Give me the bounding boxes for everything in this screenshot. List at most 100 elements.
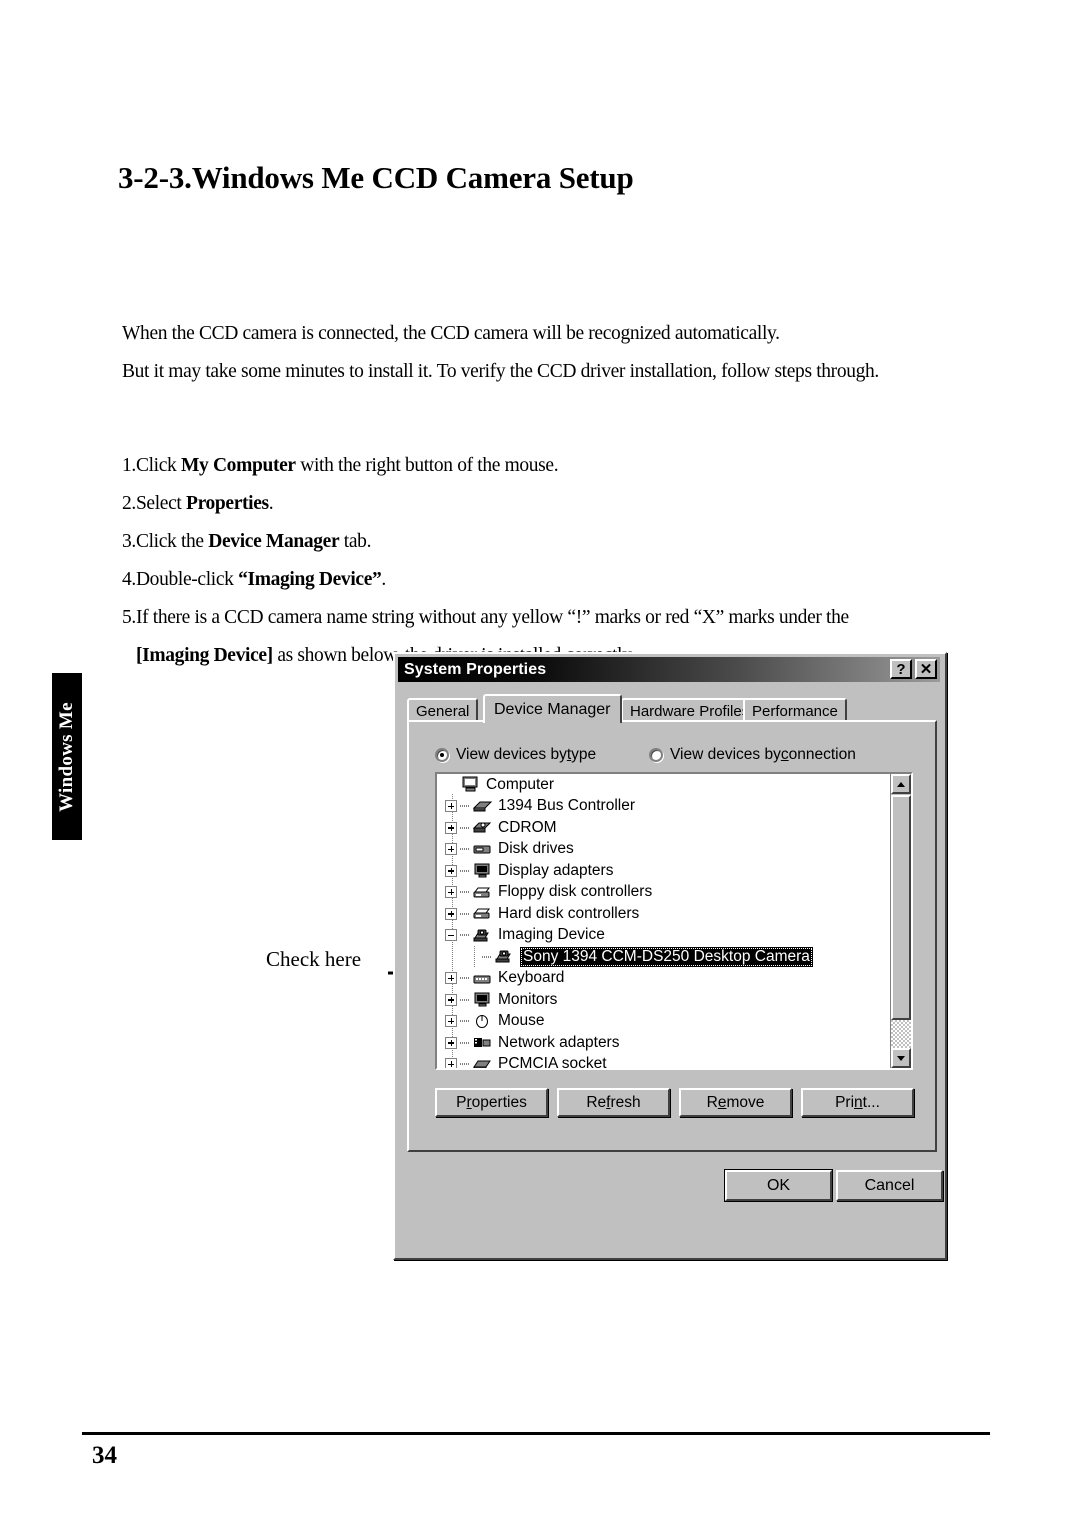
help-icon[interactable]: ? <box>890 659 912 679</box>
annotation-check-here-label: Check here <box>266 947 362 971</box>
device-tree-row[interactable]: CDROM <box>437 817 892 839</box>
device-tree-label: Floppy disk controllers <box>498 883 653 901</box>
scroll-down-icon[interactable] <box>891 1048 911 1068</box>
cancel-button[interactable]: Cancel <box>836 1170 943 1201</box>
btn-pre: Re <box>586 1093 607 1111</box>
tree-connector-dots <box>460 848 470 851</box>
tree-connector-dots <box>460 977 470 980</box>
camera-icon <box>494 948 515 965</box>
expand-plus-icon[interactable] <box>445 1015 457 1028</box>
expand-plus-icon[interactable] <box>445 993 457 1006</box>
properties-button[interactable]: Pr operties <box>435 1088 548 1117</box>
expand-plus-icon[interactable] <box>445 843 457 856</box>
system-properties-dialog: System Properties ? ✕ General Device Man… <box>393 652 947 1260</box>
step-text-bold: Device Manager <box>208 531 340 552</box>
device-tree-row[interactable]: Hard disk controllers <box>437 903 892 925</box>
device-tree-row[interactable]: 1394 Bus Controller <box>437 796 892 818</box>
radio-view-devices-by-connection[interactable]: View devices by c onnection <box>649 746 856 764</box>
device-tree-row[interactable]: Network adapters <box>437 1032 892 1054</box>
device-tree-label: 1394 Bus Controller <box>498 797 635 815</box>
tab-label: Hardware Profiles <box>630 703 750 720</box>
step-text-pre: If there is a CCD camera name string wit… <box>135 607 849 628</box>
intro-paragraph-2: But it may take some minutes to install … <box>122 361 879 382</box>
camera-icon <box>472 927 493 944</box>
radio-label-pre: View devices by <box>456 746 567 763</box>
radio-label-post: onnection <box>788 746 856 763</box>
tree-connector-dots <box>460 805 470 808</box>
device-tree-row[interactable]: Mouse <box>437 1011 892 1033</box>
device-tree-row[interactable]: Sony 1394 CCM-DS250 Desktop Camera <box>437 946 892 968</box>
device-tree-label: CDROM <box>498 818 557 836</box>
tab-device-manager[interactable]: Device Manager <box>483 694 622 723</box>
device-tree-row[interactable]: Monitors <box>437 989 892 1011</box>
device-tree-label: Imaging Device <box>498 926 605 944</box>
tree-connector-dots <box>482 955 492 958</box>
radio-mark-icon[interactable] <box>435 748 449 762</box>
tree-connector-dots <box>460 934 470 937</box>
expand-plus-icon[interactable] <box>445 886 457 899</box>
btn-pre: P <box>456 1093 467 1111</box>
device-tree-row[interactable]: Computer <box>437 774 892 796</box>
keyboard-icon <box>472 970 493 987</box>
expand-plus-icon[interactable] <box>445 800 457 813</box>
side-tab-label: Windows Me <box>56 701 77 812</box>
step-text-bold: My Computer <box>180 455 296 476</box>
device-tree-row[interactable]: Floppy disk controllers <box>437 882 892 904</box>
radio-view-devices-by-type[interactable]: View devices by t ype <box>435 746 596 764</box>
device-tree-label: Keyboard <box>498 969 565 987</box>
tree-connector-dots <box>460 1041 470 1044</box>
bus-controller-icon <box>472 798 493 815</box>
imaging-device-bracket-label: [Imaging Device] <box>136 645 273 666</box>
step-number: 4. <box>122 569 136 590</box>
refresh-button[interactable]: Re f resh <box>557 1088 670 1117</box>
scroll-up-icon[interactable] <box>891 774 911 794</box>
step-text-post: . <box>381 569 386 590</box>
expand-plus-icon[interactable] <box>445 907 457 920</box>
device-tree-row[interactable]: Imaging Device <box>437 925 892 947</box>
tree-connector-dots <box>460 826 470 829</box>
btn-post: operties <box>471 1093 527 1111</box>
device-tree-row[interactable]: Display adapters <box>437 860 892 882</box>
expand-plus-icon[interactable] <box>445 1036 457 1049</box>
dialog-title: System Properties <box>404 660 547 678</box>
close-icon[interactable]: ✕ <box>915 659 937 679</box>
device-tree-label: Monitors <box>498 990 558 1008</box>
collapse-minus-icon[interactable] <box>445 929 457 942</box>
print-button[interactable]: Pri n t... <box>801 1088 914 1117</box>
btn-accel: e <box>717 1093 727 1111</box>
device-tree-row[interactable]: Keyboard <box>437 968 892 990</box>
device-tree-scrollbar[interactable] <box>890 774 911 1068</box>
remove-button[interactable]: Re move <box>679 1088 792 1117</box>
step-item-1: 1.Click My Computer with the right butto… <box>122 455 559 477</box>
mouse-icon <box>472 1013 493 1030</box>
device-tree-listbox[interactable]: Computer 1394 Bus Controller CDROM Disk dri… <box>435 772 913 1070</box>
tree-connector-dots <box>460 1063 470 1066</box>
dialog-tabstrip: General Device Manager Hardware Profiles… <box>407 694 937 723</box>
disk-drive-icon <box>472 841 493 858</box>
btn-pre: R <box>706 1093 718 1111</box>
step-text-bold: Properties <box>186 493 269 514</box>
radio-label-pre: View devices by <box>670 746 781 763</box>
expand-plus-icon[interactable] <box>445 821 457 834</box>
step-number: 1. <box>122 455 136 476</box>
expand-plus-icon[interactable] <box>445 1058 457 1068</box>
footer-divider <box>82 1432 990 1435</box>
device-tree-label: Mouse <box>498 1012 545 1030</box>
cdrom-icon <box>472 819 493 836</box>
scrollbar-thumb[interactable] <box>891 795 911 1020</box>
dialog-titlebar[interactable]: System Properties ? ✕ <box>398 657 940 682</box>
expand-plus-icon[interactable] <box>445 864 457 877</box>
btn-post: resh <box>610 1093 641 1111</box>
device-tree-row[interactable]: Disk drives <box>437 839 892 861</box>
device-tree-label: Computer <box>486 775 555 793</box>
device-tree-row[interactable]: PCMCIA socket <box>437 1054 892 1068</box>
radio-mark-icon[interactable] <box>649 748 663 762</box>
device-tree[interactable]: Computer 1394 Bus Controller CDROM Disk dri… <box>437 774 892 1068</box>
tab-label: Device Manager <box>494 700 611 718</box>
expand-plus-icon[interactable] <box>445 972 457 985</box>
step-text-post: . <box>268 493 274 514</box>
computer-icon <box>460 776 481 793</box>
ok-button[interactable]: OK <box>724 1169 833 1202</box>
device-tree-label: Display adapters <box>498 861 614 879</box>
step-number: 3. <box>122 531 136 552</box>
